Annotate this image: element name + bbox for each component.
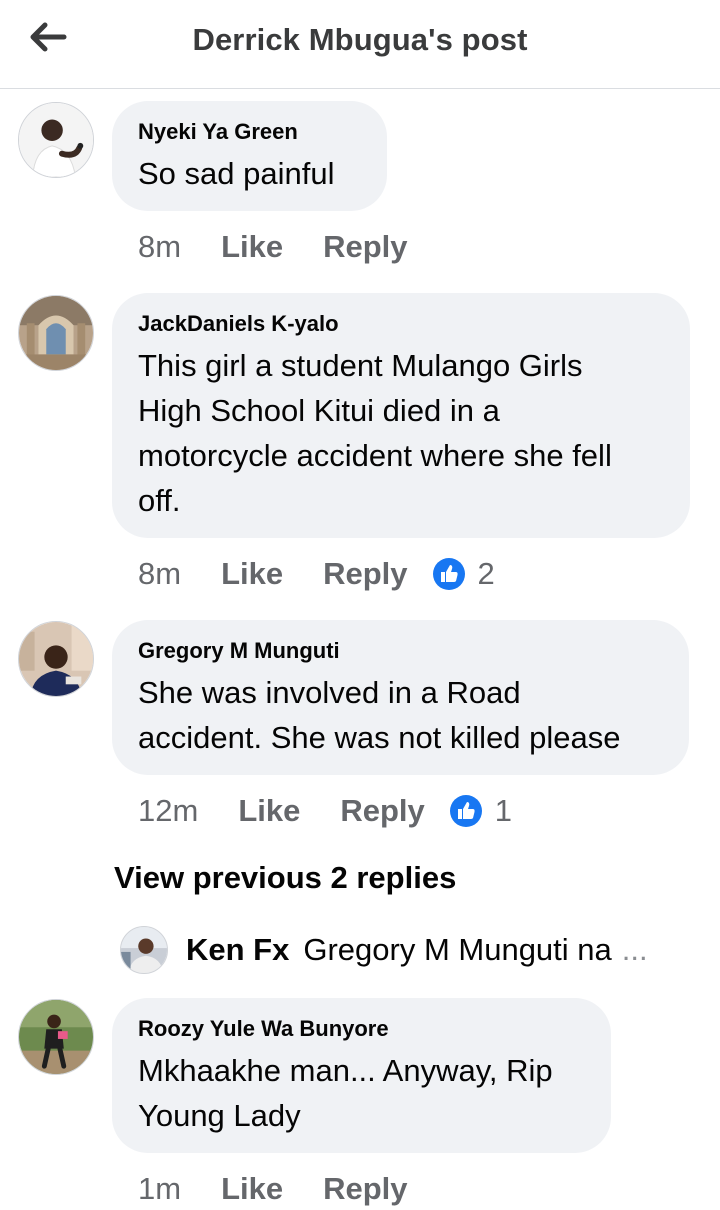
reply-preview[interactable]: Ken Fx Gregory M Munguti na ... bbox=[120, 925, 700, 975]
comment-text-line: Mkhaakhe man... Anyway, Rip bbox=[138, 1053, 553, 1088]
comment-text-line: This girl a student Mulango Girls bbox=[138, 348, 583, 383]
comment-text: She was involved in a Road accident. She… bbox=[138, 670, 663, 760]
like-button[interactable]: Like bbox=[221, 229, 283, 265]
comment-author[interactable]: Gregory M Munguti bbox=[138, 638, 663, 664]
post-comments-screen: Derrick Mbugua's post Nyeki Ya Green So … bbox=[0, 0, 720, 1210]
like-button[interactable]: Like bbox=[238, 793, 300, 829]
comment-text-line: Young Lady bbox=[138, 1098, 301, 1133]
comment-text-line: motorcycle accident where she fell bbox=[138, 438, 612, 473]
comment-bubble[interactable]: Gregory M Munguti She was involved in a … bbox=[112, 620, 689, 775]
thumbs-up-icon bbox=[449, 795, 482, 827]
comment-actions: 8m Like Reply bbox=[138, 227, 408, 267]
thumbs-up-icon bbox=[432, 558, 465, 590]
reply-button[interactable]: Reply bbox=[323, 556, 407, 592]
avatar[interactable] bbox=[18, 999, 94, 1075]
comment-time[interactable]: 1m bbox=[138, 1171, 181, 1207]
comment-time[interactable]: 12m bbox=[138, 793, 198, 829]
page-title: Derrick Mbugua's post bbox=[192, 22, 528, 57]
reply-button[interactable]: Reply bbox=[323, 1171, 407, 1207]
comment-text-line: She was involved in a Road bbox=[138, 675, 521, 710]
reply-ellipsis: ... bbox=[621, 932, 648, 967]
comment-actions: 8m Like Reply 2 bbox=[138, 554, 495, 594]
comment-bubble[interactable]: Roozy Yule Wa Bunyore Mkhaakhe man... An… bbox=[112, 998, 611, 1153]
reaction-summary[interactable]: 1 bbox=[449, 793, 512, 829]
comment-author[interactable]: Nyeki Ya Green bbox=[138, 119, 361, 145]
top-bar: Derrick Mbugua's post bbox=[0, 0, 720, 89]
comment-text-line: accident. She was not killed please bbox=[138, 720, 621, 755]
comment-text-line: off. bbox=[138, 483, 181, 518]
comment-time[interactable]: 8m bbox=[138, 229, 181, 265]
avatar[interactable] bbox=[120, 926, 168, 974]
reply-button[interactable]: Reply bbox=[323, 229, 407, 265]
reply-text: Gregory M Munguti na bbox=[303, 932, 612, 967]
comment-bubble[interactable]: JackDaniels K-yalo This girl a student M… bbox=[112, 293, 690, 538]
comment-actions: 1m Like Reply bbox=[138, 1169, 408, 1209]
reply-author[interactable]: Ken Fx bbox=[186, 932, 289, 968]
reaction-count: 1 bbox=[494, 793, 513, 828]
comment-text-line: High School Kitui died in a bbox=[138, 393, 500, 428]
like-button[interactable]: Like bbox=[221, 556, 283, 592]
reaction-count: 2 bbox=[477, 556, 495, 591]
avatar[interactable] bbox=[18, 295, 94, 371]
reaction-summary[interactable]: 2 bbox=[432, 556, 495, 592]
avatar[interactable] bbox=[18, 621, 94, 697]
like-button[interactable]: Like bbox=[221, 1171, 283, 1207]
comment-text: Mkhaakhe man... Anyway, Rip Young Lady bbox=[138, 1048, 585, 1138]
comment-actions: 12m Like Reply 1 bbox=[138, 791, 512, 831]
comment-text: This girl a student Mulango Girls High S… bbox=[138, 343, 664, 523]
comment-time[interactable]: 8m bbox=[138, 556, 181, 592]
comment-author[interactable]: Roozy Yule Wa Bunyore bbox=[138, 1016, 585, 1042]
view-previous-replies-link[interactable]: View previous 2 replies bbox=[114, 860, 456, 896]
reply-button[interactable]: Reply bbox=[340, 793, 424, 829]
comment-text: So sad painful bbox=[138, 156, 335, 191]
comment-bubble[interactable]: Nyeki Ya Green So sad painful bbox=[112, 101, 387, 211]
avatar[interactable] bbox=[18, 102, 94, 178]
comment-author[interactable]: JackDaniels K-yalo bbox=[138, 311, 664, 337]
